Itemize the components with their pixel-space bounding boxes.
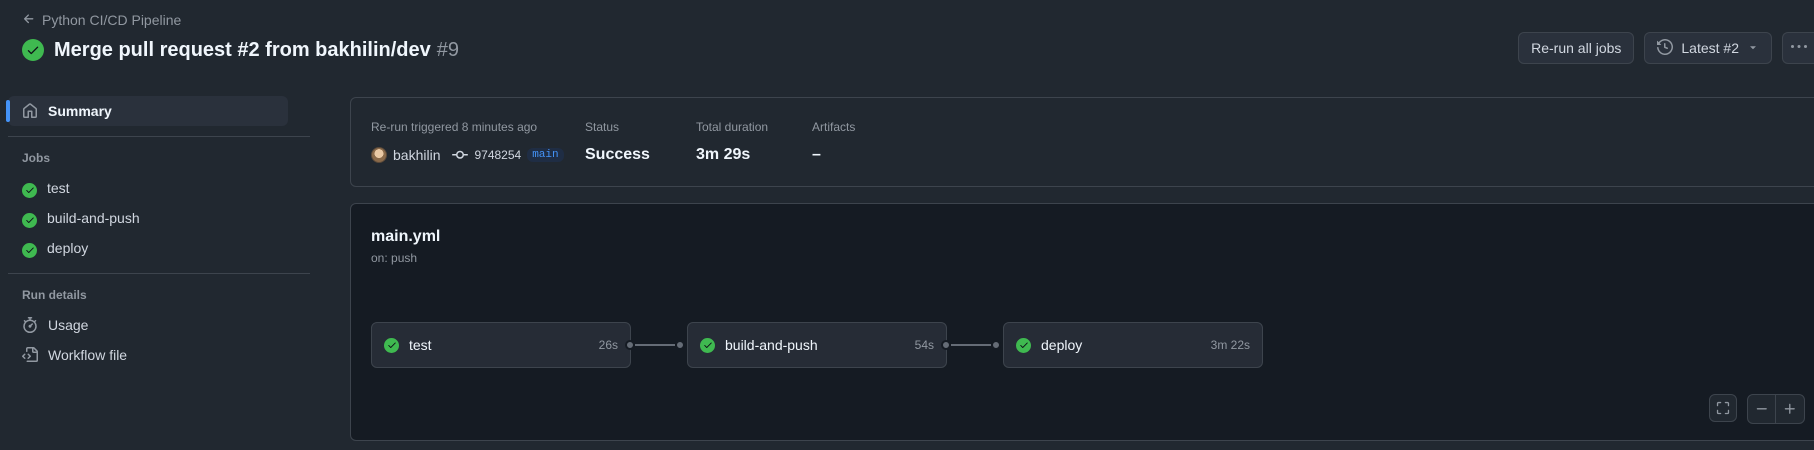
- screen-full-icon: [1716, 401, 1730, 415]
- sidebar-item-job-deploy[interactable]: deploy: [22, 233, 310, 263]
- kebab-horizontal-icon: [1791, 39, 1807, 58]
- run-title-row: Merge pull request #2 from bakhilin/dev #…: [22, 36, 459, 64]
- git-commit-icon: [452, 147, 469, 163]
- zoom-in-button[interactable]: [1776, 395, 1804, 423]
- job-port-out: [625, 340, 635, 350]
- job-port-in: [991, 340, 1001, 350]
- job-duration: 3m 22s: [1210, 338, 1250, 352]
- file-code-icon: [22, 347, 38, 363]
- back-link-label: Python CI/CD Pipeline: [42, 12, 182, 28]
- sidebar-item-summary[interactable]: Summary: [6, 96, 288, 126]
- artifacts-value: –: [812, 146, 821, 163]
- latest-label: Latest #2: [1681, 40, 1739, 56]
- jobs-heading: Jobs: [22, 151, 51, 165]
- sidebar-item-workflow-file[interactable]: Workflow file: [22, 340, 310, 370]
- zoom-out-button[interactable]: [1748, 395, 1776, 423]
- run-summary-card: Re-run triggered 8 minutes ago bakhilin …: [350, 97, 1814, 187]
- job-duration: 26s: [598, 338, 618, 352]
- job-port-out: [941, 340, 951, 350]
- duration-label: Total duration: [696, 120, 769, 134]
- job-duration: 54s: [914, 338, 934, 352]
- back-to-workflow-link[interactable]: Python CI/CD Pipeline: [22, 10, 181, 30]
- rerun-label: Re-run all jobs: [1531, 40, 1622, 56]
- success-check-icon: [700, 337, 715, 353]
- sidebar-divider: [8, 136, 310, 137]
- sidebar-item-label: Summary: [48, 103, 112, 119]
- graph-tools: [1709, 394, 1805, 424]
- home-icon: [22, 103, 38, 119]
- avatar[interactable]: [371, 147, 387, 163]
- status-info: Status Success: [585, 120, 650, 166]
- status-label: Status: [585, 120, 620, 134]
- sidebar-item-label: Usage: [48, 317, 89, 333]
- fullscreen-button[interactable]: [1709, 394, 1737, 422]
- more-options-button[interactable]: [1782, 32, 1814, 64]
- triangle-down-icon: [1747, 40, 1759, 56]
- trigger-info: Re-run triggered 8 minutes ago bakhilin …: [371, 120, 564, 166]
- sidebar-item-job-build-and-push[interactable]: build-and-push: [22, 203, 310, 233]
- job-name: build-and-push: [725, 337, 818, 353]
- commit-sha-link[interactable]: 9748254: [474, 148, 521, 162]
- job-name: deploy: [1041, 337, 1083, 353]
- job-port-in: [675, 340, 685, 350]
- minus-icon: [1755, 402, 1769, 416]
- job-node-build-and-push[interactable]: build-and-push 54s: [687, 322, 947, 368]
- rerun-all-jobs-button[interactable]: Re-run all jobs: [1518, 32, 1635, 64]
- arrow-left-icon: [22, 12, 36, 29]
- sidebar-divider: [8, 273, 310, 274]
- artifacts-info: Artifacts –: [812, 120, 855, 166]
- success-check-icon: [22, 182, 37, 198]
- sidebar-item-usage[interactable]: Usage: [22, 310, 310, 340]
- job-connector: [635, 344, 675, 346]
- top-actions: Re-run all jobs Latest #2: [1518, 32, 1814, 64]
- trigger-user-link[interactable]: bakhilin: [393, 147, 440, 163]
- job-node-test[interactable]: test 26s: [371, 322, 631, 368]
- run-number: #9: [436, 38, 460, 61]
- success-check-icon: [22, 39, 44, 61]
- latest-attempt-dropdown[interactable]: Latest #2: [1644, 32, 1772, 64]
- workflow-trigger: on: push: [371, 251, 418, 265]
- trigger-label: Re-run triggered 8 minutes ago: [371, 120, 538, 134]
- sidebar-item-label: Workflow file: [48, 347, 128, 363]
- trigger-details: bakhilin 9748254 main: [371, 144, 564, 166]
- stopwatch-icon: [22, 317, 38, 333]
- branch-badge[interactable]: main: [527, 148, 564, 162]
- sidebar-item-label: test: [47, 180, 70, 196]
- run-sidebar: Summary Jobs test build-and-push deploy …: [0, 96, 310, 370]
- artifacts-label: Artifacts: [812, 120, 856, 134]
- plus-icon: [1783, 402, 1797, 416]
- sidebar-item-label: build-and-push: [47, 210, 140, 226]
- success-check-icon: [22, 212, 37, 228]
- status-value: Success: [585, 146, 650, 163]
- duration-value: 3m 29s: [696, 146, 751, 163]
- history-icon: [1657, 38, 1674, 58]
- success-check-icon: [384, 337, 399, 353]
- success-check-icon: [1016, 337, 1031, 353]
- job-connector: [951, 344, 991, 346]
- workflow-graph-card: main.yml on: push test 26s build-and-pus…: [350, 203, 1814, 441]
- success-check-icon: [22, 242, 37, 258]
- duration-info: Total duration 3m 29s: [696, 120, 768, 166]
- job-name: test: [409, 337, 432, 353]
- sidebar-item-label: deploy: [47, 240, 89, 256]
- page-title: Merge pull request #2 from bakhilin/dev #…: [54, 39, 459, 62]
- job-node-deploy[interactable]: deploy 3m 22s: [1003, 322, 1263, 368]
- page-header: Python CI/CD Pipeline: [22, 10, 181, 30]
- run-title: Merge pull request #2 from bakhilin/dev: [54, 38, 431, 61]
- workflow-file-name: main.yml: [371, 228, 441, 245]
- sidebar-item-job-test[interactable]: test: [22, 173, 310, 203]
- run-details-heading: Run details: [22, 288, 87, 302]
- zoom-controls: [1747, 394, 1805, 424]
